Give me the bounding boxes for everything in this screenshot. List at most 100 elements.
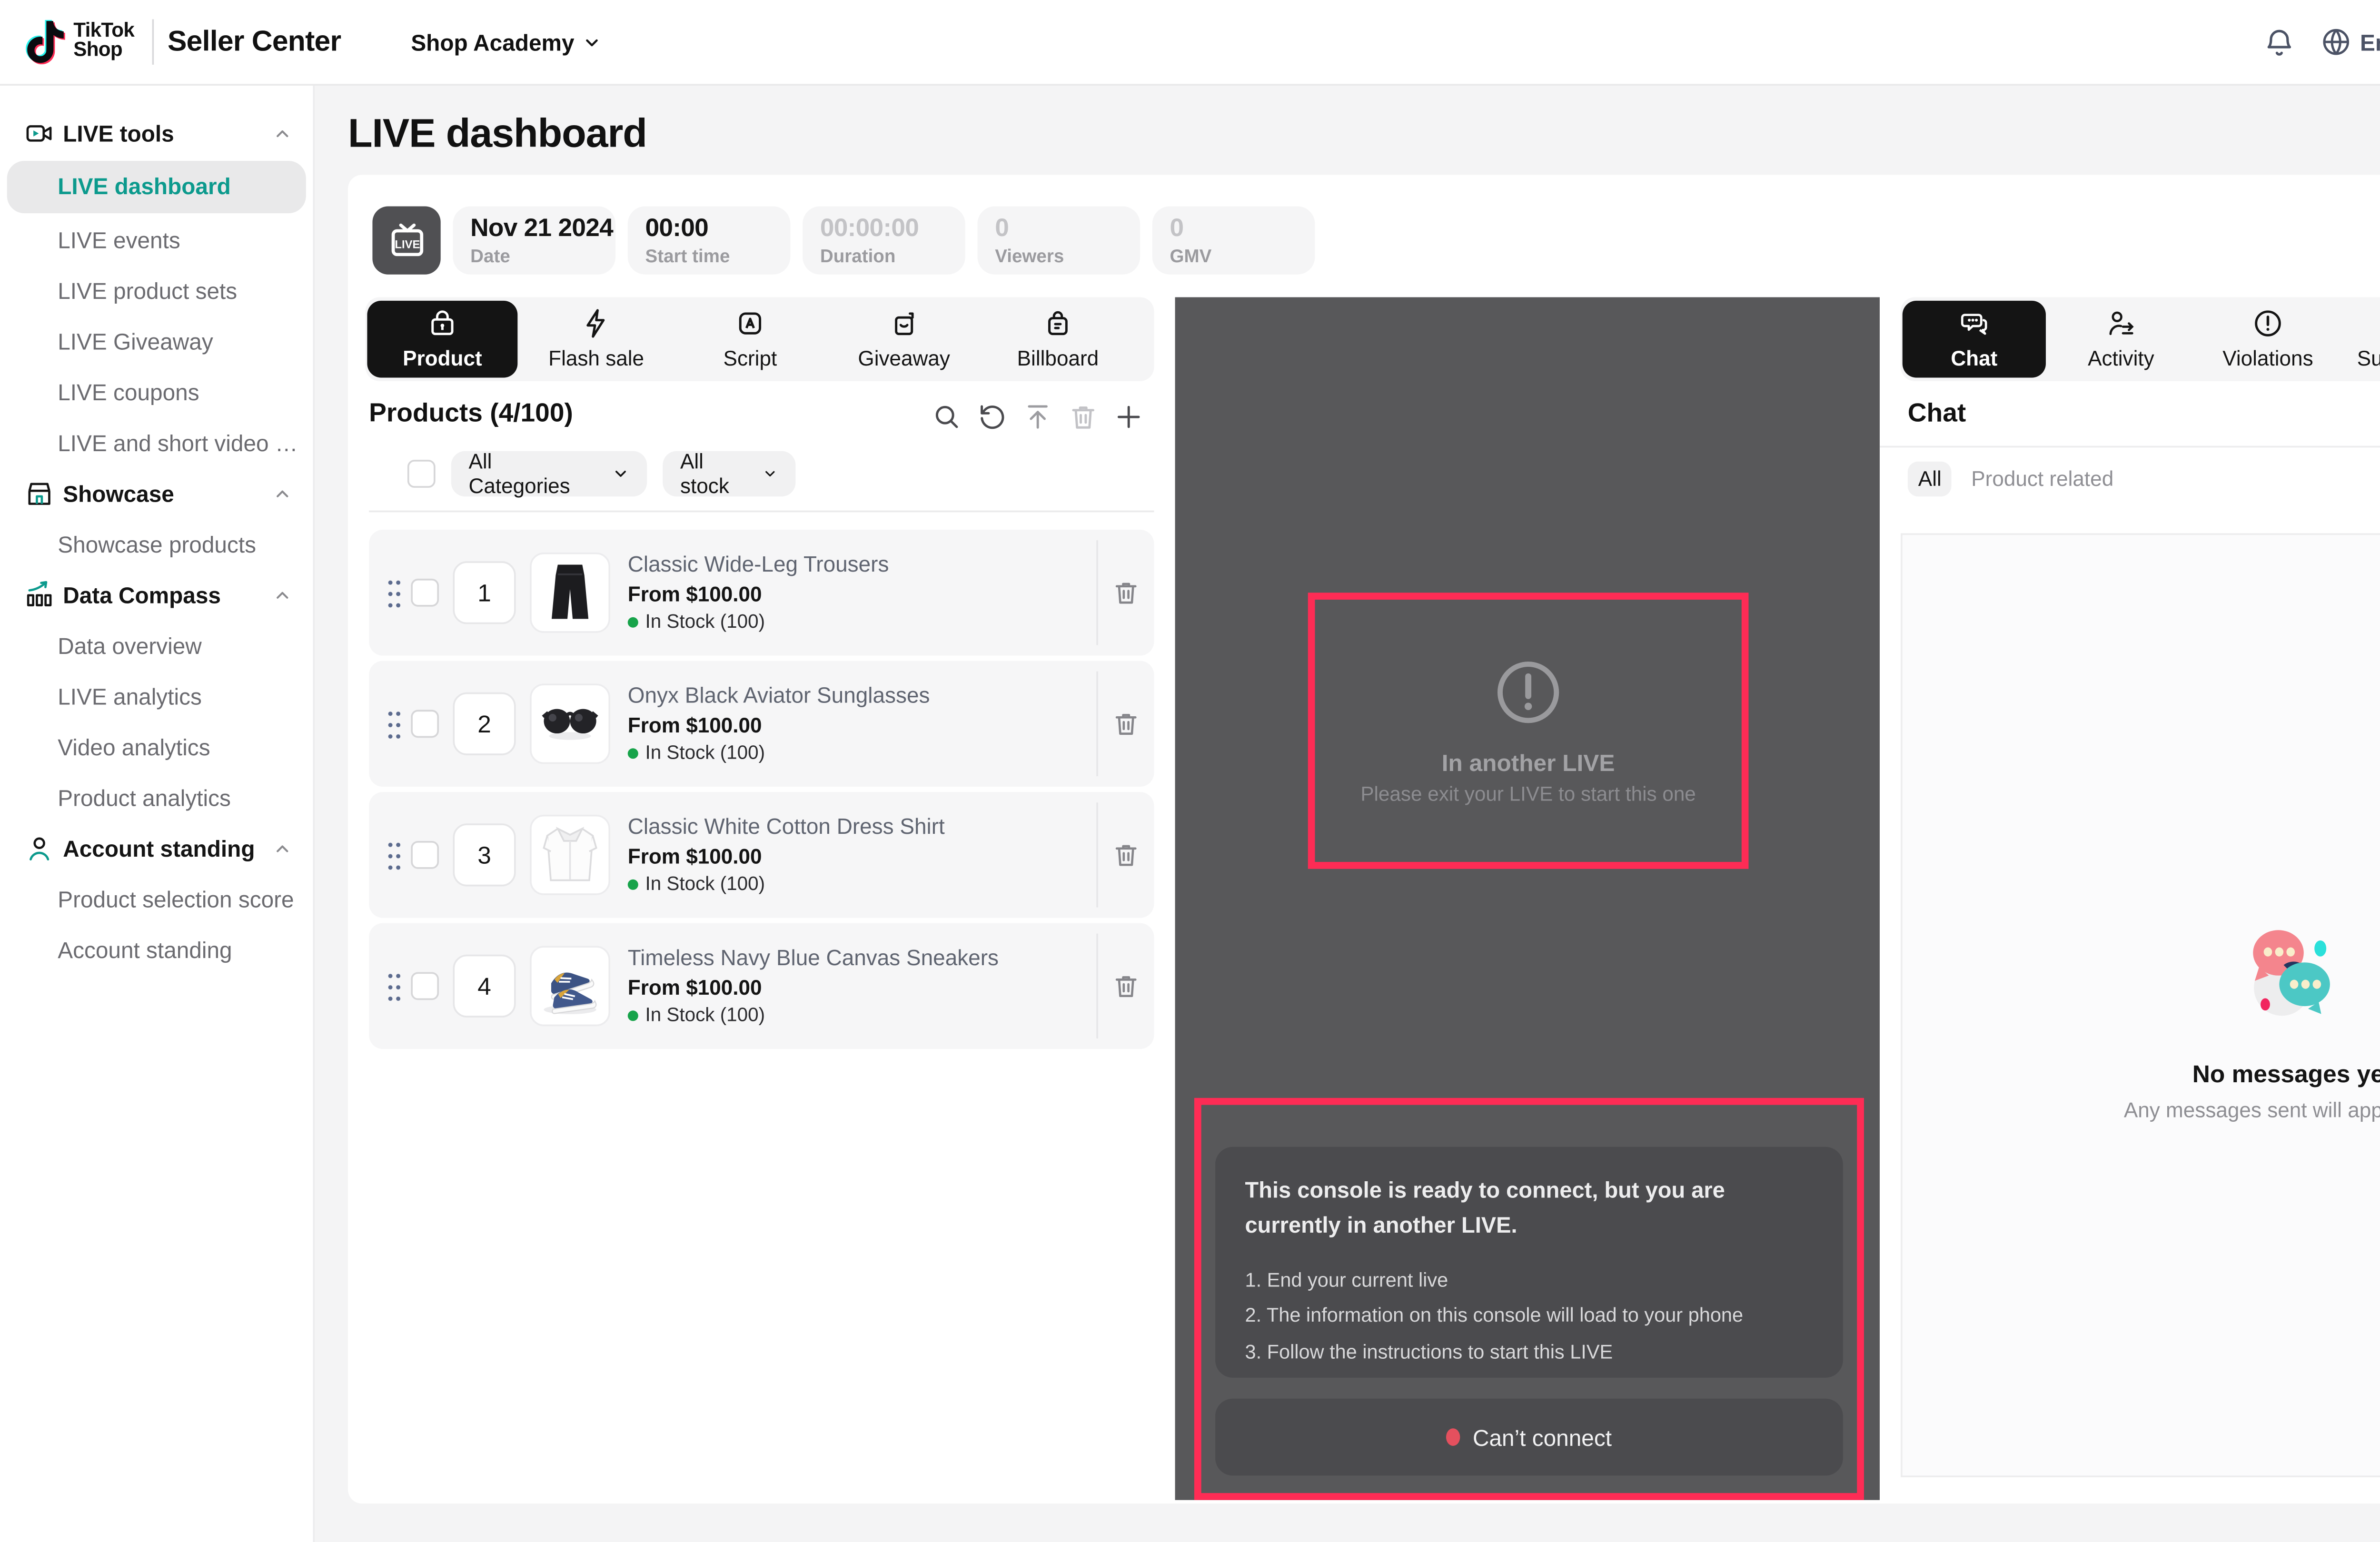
row-order-input[interactable]: 4 — [453, 955, 516, 1018]
app-title: Seller Center — [168, 25, 341, 59]
header-divider — [152, 19, 154, 65]
person-activity-icon — [2105, 308, 2137, 339]
sidebar-section-showcase[interactable]: Showcase — [0, 468, 313, 519]
stat-start-time[interactable]: 00:00 Start time — [628, 206, 791, 274]
product-row-4: 4 Timeless Navy Blue Canvas Sneakers Fro… — [369, 923, 1154, 1049]
sidebar-item-product-analytics[interactable]: Product analytics — [0, 773, 313, 824]
stock-dot-icon — [628, 1010, 638, 1021]
row-order-input[interactable]: 1 — [453, 561, 516, 624]
sidebar-item-live-giveaway[interactable]: LIVE Giveaway — [0, 316, 313, 367]
product-price: From $100.00 — [628, 844, 1096, 869]
product-stock: In Stock (100) — [628, 743, 1096, 764]
nav-shop-academy[interactable]: Shop Academy — [411, 29, 602, 55]
language-selector[interactable]: English — [2320, 26, 2380, 58]
chat-filter-all[interactable]: All — [1908, 462, 1952, 496]
sidebar-item-live-analytics[interactable]: LIVE analytics — [0, 672, 313, 722]
product-stock: In Stock (100) — [628, 1005, 1096, 1026]
chevron-down-icon — [612, 465, 629, 483]
page-title: LIVE dashboard — [348, 110, 647, 157]
sidebar-item-account-standing[interactable]: Account standing — [0, 925, 313, 976]
tab-giveaway[interactable]: Giveaway — [829, 301, 979, 378]
sidebar-item-live-short-video[interactable]: LIVE and short video ca... — [0, 418, 313, 469]
tab-chat[interactable]: Chat — [1903, 301, 2046, 378]
tab-script[interactable]: Script — [675, 301, 825, 378]
seller-center-app: TikTokShop Seller Center Shop Academy En… — [0, 0, 2380, 1542]
console-step: 3. Follow the instructions to start this… — [1245, 1335, 1814, 1371]
product-price: From $100.00 — [628, 582, 1096, 606]
sidebar-section-live-tools[interactable]: LIVE tools — [0, 109, 313, 159]
alert-circle-icon — [1491, 656, 1565, 729]
products-toolbar — [932, 402, 1143, 432]
row-checkbox[interactable] — [411, 710, 439, 738]
overlay-title: In another LIVE — [1442, 750, 1615, 776]
tab-billboard[interactable]: Billboard — [982, 301, 1133, 378]
tab-flash-sale[interactable]: Flash sale — [521, 301, 672, 378]
stat-date[interactable]: Nov 21 2024 Date — [453, 206, 615, 274]
row-divider — [1096, 934, 1098, 1038]
sidebar-section-account-standing[interactable]: Account standing — [0, 823, 313, 874]
row-divider — [1096, 672, 1098, 776]
chat-filter-product-related[interactable]: Product related — [1971, 467, 2113, 491]
row-checkbox[interactable] — [411, 579, 439, 607]
tab-suggestions[interactable]: Suggestions — [2343, 301, 2380, 378]
console-connect-overlay: This console is ready to connect, but yo… — [1194, 1098, 1864, 1500]
sidebar-item-live-events[interactable]: LIVE events — [0, 215, 313, 266]
chat-filter-row: All Product related — [1908, 462, 2113, 496]
sidebar-item-showcase-products[interactable]: Showcase products — [0, 519, 313, 570]
row-checkbox[interactable] — [411, 972, 439, 1000]
sidebar-item-product-selection-score[interactable]: Product selection score — [0, 874, 313, 925]
chevron-up-icon[interactable] — [273, 586, 292, 605]
select-all-checkbox[interactable] — [407, 460, 436, 488]
video-camera-icon — [24, 119, 54, 148]
product-info: Timeless Navy Blue Canvas Sneakers From … — [628, 946, 1096, 1026]
row-divider — [1096, 802, 1098, 907]
row-order-input[interactable]: 2 — [453, 692, 516, 755]
delete-product-button[interactable] — [1112, 972, 1140, 1000]
sidebar-item-video-analytics[interactable]: Video analytics — [0, 722, 313, 773]
console-step: 2. The information on this console will … — [1245, 1299, 1814, 1335]
sidebar-item-live-product-sets[interactable]: LIVE product sets — [0, 266, 313, 316]
delete-product-button[interactable] — [1112, 841, 1140, 869]
delete-product-button[interactable] — [1112, 579, 1140, 607]
chat-empty-state: No messages yet Any messages sent will a… — [2124, 923, 2380, 1123]
sidebar-section-data-compass[interactable]: Data Compass — [0, 570, 313, 621]
tab-activity[interactable]: Activity — [2049, 301, 2192, 378]
category-filter-select[interactable]: All Categories — [451, 451, 647, 497]
sidebar-item-data-overview[interactable]: Data overview — [0, 621, 313, 672]
bar-chart-icon — [24, 581, 54, 610]
tab-product[interactable]: Product — [367, 301, 517, 378]
chevron-up-icon[interactable] — [273, 484, 292, 504]
search-icon[interactable] — [932, 402, 962, 432]
row-checkbox[interactable] — [411, 841, 439, 869]
stock-dot-icon — [628, 880, 638, 890]
drag-handle-icon[interactable] — [387, 708, 400, 740]
notifications-bell-icon[interactable] — [2262, 25, 2295, 59]
row-order-input[interactable]: 3 — [453, 823, 516, 886]
cant-connect-button[interactable]: Can’t connect — [1215, 1399, 1843, 1476]
add-product-icon[interactable] — [1114, 402, 1143, 432]
drag-handle-icon[interactable] — [387, 577, 400, 608]
products-divider — [369, 511, 1154, 513]
stock-filter-select[interactable]: All stock — [663, 451, 795, 497]
refresh-icon[interactable] — [977, 402, 1007, 432]
delete-selected-icon[interactable] — [1068, 402, 1098, 432]
sidebar: LIVE tools LIVE dashboard LIVE events LI… — [0, 84, 315, 1542]
sidebar-item-live-coupons[interactable]: LIVE coupons — [0, 367, 313, 418]
live-video-preview: In another LIVE Please exit your LIVE to… — [1175, 297, 1880, 1500]
product-info: Onyx Black Aviator Sunglasses From $100.… — [628, 683, 1096, 764]
sidebar-item-live-dashboard[interactable]: LIVE dashboard — [7, 161, 306, 213]
chat-heading: Chat — [1908, 399, 1966, 428]
drag-handle-icon[interactable] — [387, 839, 400, 870]
row-divider — [1096, 540, 1098, 645]
drag-handle-icon[interactable] — [387, 970, 400, 1002]
tiktok-shop-logo[interactable]: TikTokShop — [24, 19, 134, 65]
tab-violations[interactable]: Violations — [2196, 301, 2340, 378]
product-image-sneakers — [530, 946, 610, 1026]
stat-gmv: 0 GMV — [1152, 206, 1315, 274]
brand-wordmark: TikTokShop — [73, 23, 134, 61]
billboard-bag-icon — [1042, 308, 1073, 339]
delete-product-button[interactable] — [1112, 710, 1140, 738]
move-to-top-icon[interactable] — [1023, 402, 1052, 432]
chevron-up-icon[interactable] — [273, 839, 292, 858]
chevron-up-icon[interactable] — [273, 124, 292, 143]
